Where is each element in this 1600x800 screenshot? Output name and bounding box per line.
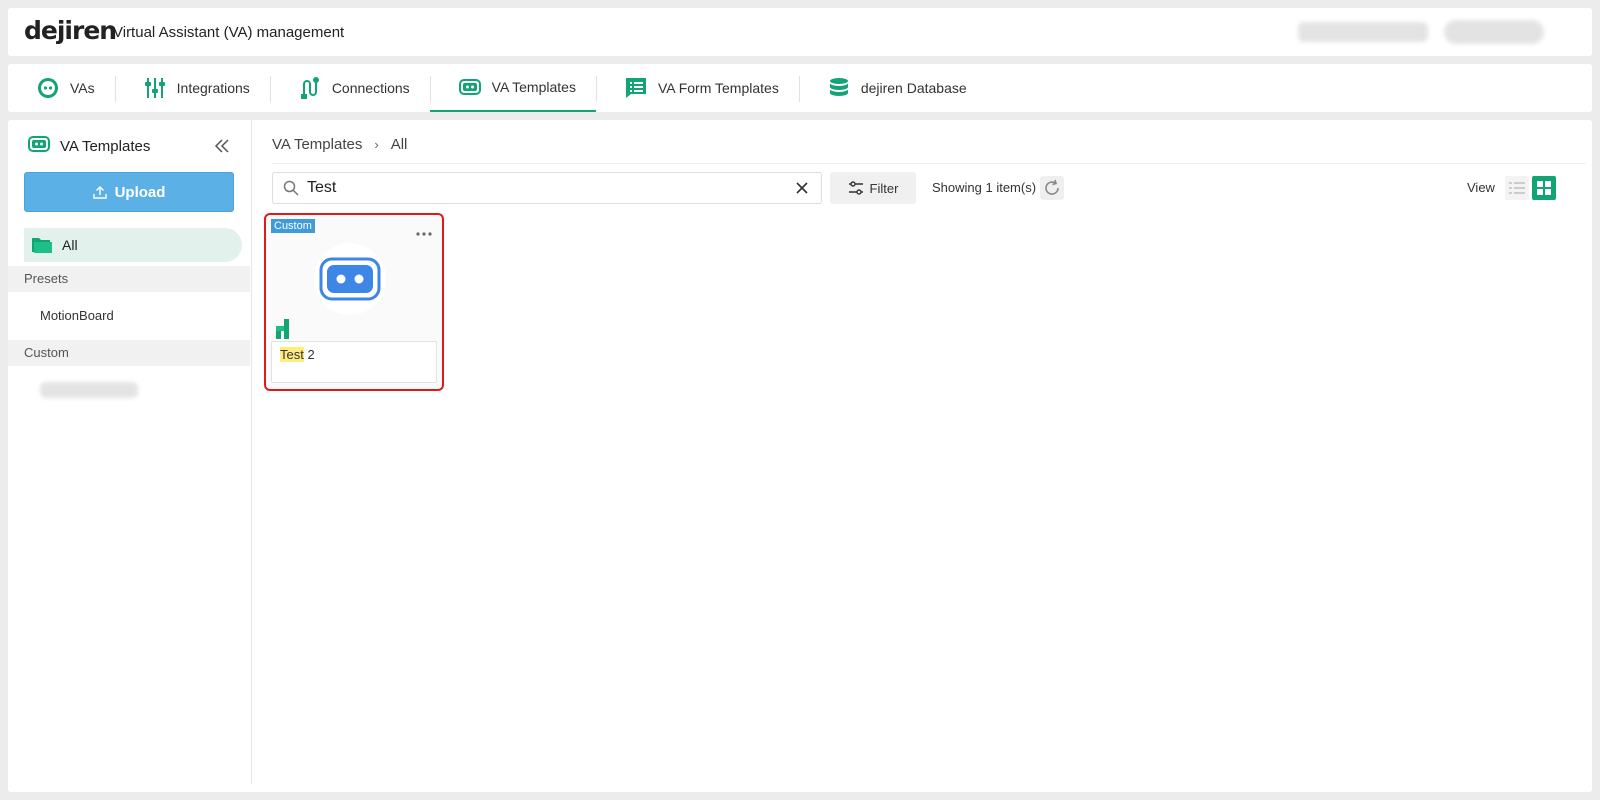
- main-nav: VAs Integrations Connections VA Template…: [8, 64, 1592, 112]
- chevron-right-icon: ›: [374, 137, 379, 152]
- app-logo[interactable]: dejiren: [24, 16, 117, 45]
- tab-integrations[interactable]: Integrations: [114, 64, 270, 112]
- filter-label: Filter: [869, 180, 899, 196]
- section-custom: Custom: [8, 340, 250, 366]
- sidebar-item-all[interactable]: All: [24, 228, 242, 262]
- sidebar-item-motionboard[interactable]: MotionBoard: [40, 308, 114, 323]
- card-badge: Custom: [271, 219, 315, 233]
- va-template-icon: [28, 136, 50, 156]
- template-avatar: [314, 243, 386, 315]
- view-label: View: [1467, 180, 1495, 195]
- filter-sliders-icon: [848, 181, 863, 195]
- search-highlight: Test: [280, 347, 304, 362]
- template-name: Test 2: [271, 341, 437, 383]
- tab-connections[interactable]: Connections: [269, 64, 430, 112]
- tab-dejiren-database[interactable]: dejiren Database: [798, 64, 987, 112]
- sidebar-header: VA Templates: [28, 136, 150, 156]
- app-header: dejiren Virtual Assistant (VA) managemen…: [8, 8, 1592, 56]
- more-options-icon[interactable]: [416, 223, 432, 241]
- blurred-org-name[interactable]: [1298, 22, 1428, 42]
- refresh-icon: [1045, 179, 1059, 195]
- sidebar-item-label: All: [62, 237, 78, 253]
- search-box: [272, 172, 822, 204]
- user-avatar[interactable]: [1444, 20, 1544, 44]
- tab-label: VA Templates: [491, 79, 576, 95]
- list-view-icon: [1509, 182, 1525, 194]
- divider: [272, 163, 1586, 164]
- upload-icon: [92, 186, 107, 199]
- sidebar: VA Templates Upload All Presets MotionBo…: [8, 120, 252, 784]
- refresh-button[interactable]: [1040, 176, 1064, 200]
- template-name-rest: 2: [303, 347, 315, 362]
- tab-label: VA Form Templates: [657, 80, 779, 96]
- double-chevron-left-icon: [214, 139, 229, 153]
- search-input[interactable]: [307, 176, 777, 200]
- result-count: Showing 1 item(s): [932, 180, 1037, 195]
- tab-label: Integrations: [176, 80, 250, 96]
- tab-label: VAs: [70, 80, 95, 96]
- tab-va-templates[interactable]: VA Templates: [429, 64, 596, 112]
- connections-icon: [298, 76, 322, 100]
- list-view-button[interactable]: [1505, 176, 1529, 200]
- integrations-icon: [143, 76, 167, 100]
- grid-view-button[interactable]: [1532, 176, 1556, 200]
- robot-face-icon: [36, 76, 60, 100]
- breadcrumb: VA Templates › All: [272, 136, 407, 153]
- database-icon: [827, 76, 851, 100]
- va-template-icon: [458, 75, 482, 99]
- tab-vas[interactable]: VAs: [8, 64, 115, 112]
- sidebar-title: VA Templates: [60, 137, 151, 155]
- tab-label: Connections: [331, 80, 410, 96]
- breadcrumb-root[interactable]: VA Templates: [272, 136, 362, 153]
- breadcrumb-current: All: [390, 136, 408, 153]
- tab-va-form-templates[interactable]: VA Form Templates: [595, 64, 799, 112]
- clear-search-icon[interactable]: [795, 181, 809, 200]
- va-template-icon: [319, 257, 381, 301]
- tab-label: dejiren Database: [860, 80, 967, 96]
- section-presets: Presets: [8, 266, 250, 292]
- upload-button[interactable]: Upload: [24, 172, 234, 212]
- search-icon: [283, 180, 299, 201]
- template-card[interactable]: Custom Test 2: [264, 213, 444, 391]
- collapse-sidebar-button[interactable]: [214, 138, 232, 156]
- filter-button[interactable]: Filter: [830, 172, 916, 204]
- upload-label: Upload: [114, 183, 166, 201]
- app-title: Virtual Assistant (VA) management: [113, 24, 345, 41]
- grid-view-icon: [1537, 181, 1551, 195]
- main-panel: VA Templates Upload All Presets MotionBo…: [8, 120, 1592, 792]
- sidebar-item-custom-blurred[interactable]: [40, 382, 138, 398]
- folder-icon: [32, 238, 52, 253]
- form-template-icon: [624, 76, 648, 100]
